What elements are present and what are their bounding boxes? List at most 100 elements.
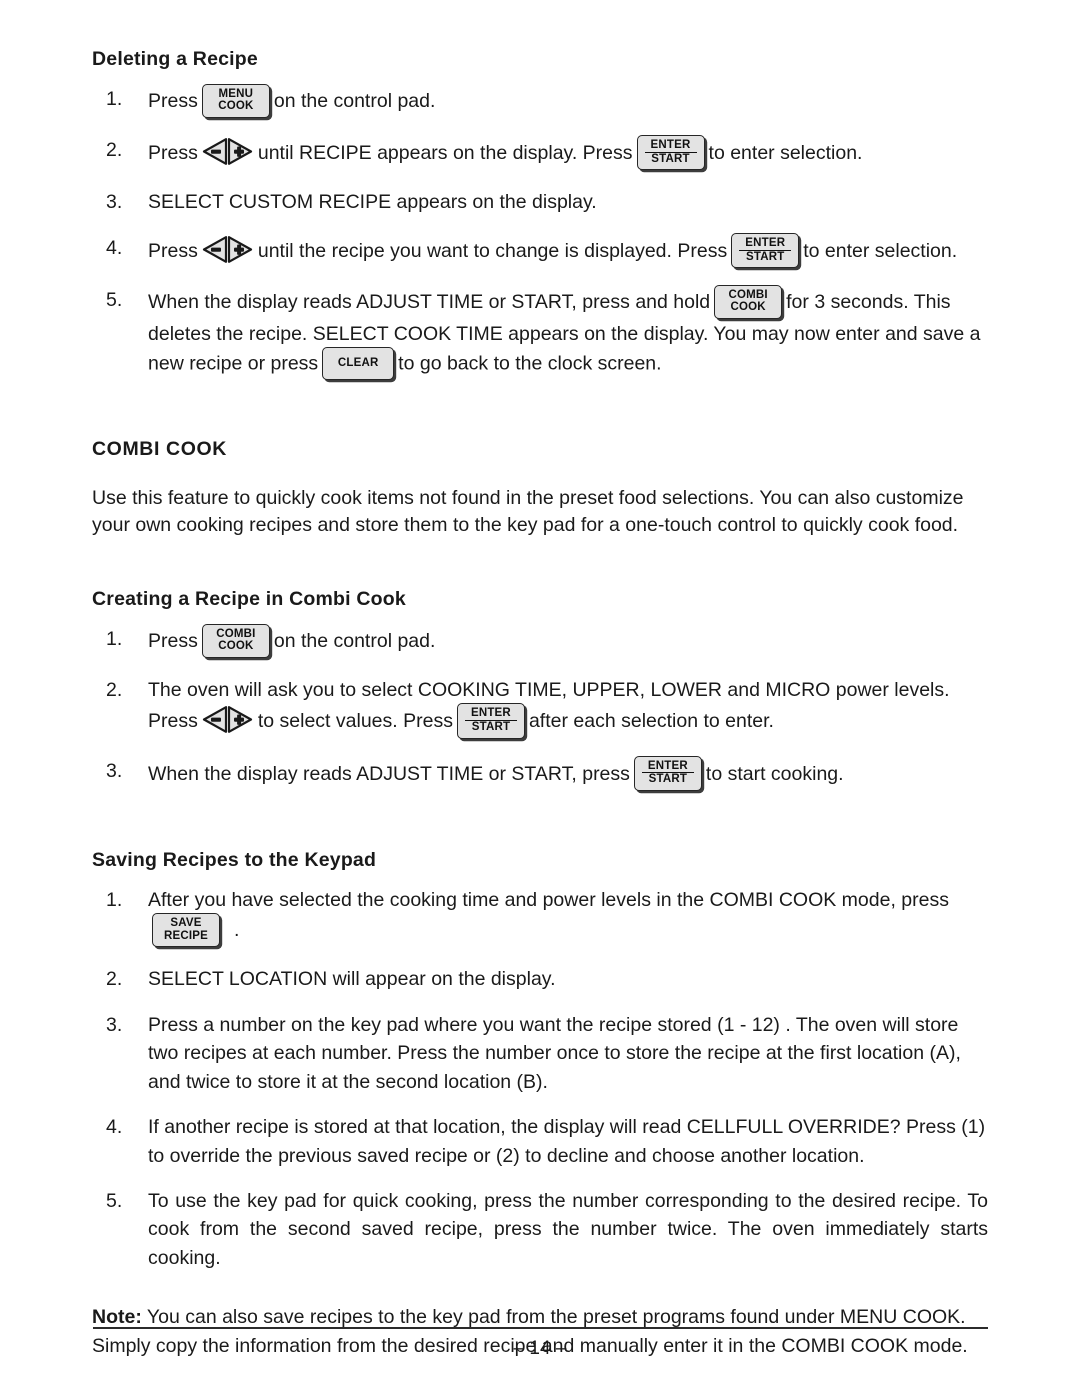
step-number: 1. [106, 88, 123, 110]
key-line-2: START [745, 250, 785, 263]
key-line-1: ENTER [644, 139, 697, 153]
key-line-2: START [471, 721, 511, 734]
enter-start-key[interactable]: ENTER START [731, 232, 800, 268]
key-line-1: SAVE [170, 917, 202, 930]
enter-start-key[interactable]: ENTER START [636, 134, 705, 171]
key-line-1: COMBI [216, 627, 256, 640]
list-item: 2. The oven will ask you to select COOKI… [92, 676, 988, 740]
list-item: 5. To use the key pad for quick cooking,… [92, 1187, 988, 1272]
page-number: – 14 – [513, 1338, 567, 1359]
list-item: 1. After you have selected the cooking t… [92, 886, 988, 948]
list-item: 4. Press until the recipe you want to cha… [92, 232, 988, 269]
steps-creating-a-recipe: 1. Press COMBI COOK on the control pad. 2. … [92, 623, 988, 792]
list-item: 1. Press COMBI COOK on the control pad. [92, 623, 988, 659]
heading-saving-recipes: Saving Recipes to the Keypad [92, 848, 377, 871]
heading-creating-a-recipe: Creating a Recipe in Combi Cook [92, 587, 406, 610]
save-recipe-key[interactable]: SAVE RECIPE [152, 913, 220, 948]
step-number: 5. [106, 288, 123, 311]
step-text-part: Press [148, 90, 198, 113]
plus-minus-arrow-keys[interactable] [202, 235, 254, 263]
step-text: When the display reads ADJUST TIME or ST… [148, 284, 988, 381]
key-line-1: ENTER [464, 707, 517, 722]
step-text-part: until the recipe you want to change is d… [257, 239, 728, 262]
list-item: 3. SELECT CUSTOM RECIPE appears on the d… [92, 188, 988, 216]
key-line-1: CLEAR [337, 357, 379, 370]
step-number: 3. [106, 759, 123, 782]
step-text-part: When the display reads ADJUST TIME or ST… [148, 290, 711, 313]
step-text-part: on the control pad. [273, 630, 436, 653]
plus-minus-arrow-keys[interactable] [202, 706, 254, 734]
step-text: When the display reads ADJUST TIME or ST… [148, 755, 988, 792]
menu-cook-key[interactable]: MENU COOK [201, 84, 270, 118]
heading-deleting-a-recipe: Deleting a Recipe [92, 48, 258, 70]
footer-divider [93, 1327, 988, 1329]
step-number: 2. [106, 968, 123, 991]
key-line-1: MENU [218, 88, 254, 100]
step-text-part: Press [148, 141, 198, 164]
step-text-part: Press [148, 630, 198, 653]
plus-minus-arrow-keys[interactable] [202, 138, 254, 165]
key-line-1: COMBI [728, 288, 768, 301]
combi-cook-key[interactable]: COMBI COOK [714, 284, 783, 319]
note-label: Note: [92, 1306, 142, 1329]
list-item: 4. If another recipe is stored at that l… [92, 1113, 988, 1170]
step-text-part: after each selection to enter. [528, 710, 774, 733]
step-text-part: on the control pad. [273, 90, 436, 113]
step-text-part: . [234, 919, 240, 942]
step-text: Press COMBI COOK on the control pad. [148, 623, 988, 659]
document-page: Deleting a Recipe 1. Press MENU COOK on the… [0, 0, 1080, 1397]
step-text: Press until RECIPE appears on the display… [148, 134, 988, 171]
list-item: 3. Press a number on the key pad where y… [92, 1011, 988, 1096]
combi-cook-key[interactable]: COMBI COOK [201, 623, 270, 658]
step-number: 2. [106, 138, 123, 161]
combi-cook-intro-paragraph: Use this feature to quickly cook items n… [92, 486, 964, 537]
step-text-part: to enter selection. [803, 239, 958, 262]
step-text: Press MENU COOK on the control pad. [148, 84, 988, 119]
step-text-part: After you have selected the cooking time… [148, 888, 949, 911]
enter-start-key[interactable]: ENTER START [633, 755, 702, 791]
key-line-2: RECIPE [163, 929, 209, 942]
step-text-part: to go back to the clock screen. [398, 352, 662, 375]
step-number: 2. [106, 678, 123, 701]
step-number: 4. [106, 1116, 123, 1139]
list-item: 2. Press until RECIPE appears on the disp… [92, 134, 988, 171]
step-number: 5. [106, 1189, 123, 1212]
step-number: 1. [106, 888, 123, 911]
step-text: To use the key pad for quick cooking, pr… [148, 1189, 988, 1269]
heading-combi-cook: COMBI COOK [92, 437, 227, 460]
steps-deleting-a-recipe: 1. Press MENU COOK on the control pad. 2. P… [92, 84, 988, 381]
step-text: SELECT LOCATION will appear on the displ… [148, 968, 556, 991]
step-text-part: to start cooking. [705, 762, 844, 785]
step-number: 1. [106, 627, 123, 650]
step-text-part: Press [148, 239, 198, 262]
enter-start-key[interactable]: ENTER START [456, 703, 525, 739]
step-number: 3. [106, 1013, 123, 1036]
key-line-1: ENTER [641, 760, 694, 774]
key-line-2: COOK [730, 301, 766, 314]
steps-saving-recipes: 1. After you have selected the cooking t… [92, 886, 988, 1273]
step-number: 3. [106, 191, 123, 214]
step-text: Press a number on the key pad where you … [148, 1013, 961, 1093]
clear-key[interactable]: CLEAR [322, 347, 395, 380]
list-item: 5. When the display reads ADJUST TIME or… [92, 284, 988, 381]
step-text: After you have selected the cooking time… [148, 886, 988, 948]
step-number: 4. [106, 236, 123, 259]
step-text: If another recipe is stored at that loca… [148, 1116, 986, 1167]
key-line-1: ENTER [739, 237, 792, 251]
list-item: 1. Press MENU COOK on the control pad. [92, 84, 988, 119]
step-text-part: until RECIPE appears on the display. Pre… [257, 141, 633, 164]
key-line-2: COOK [218, 640, 254, 653]
list-item: 3. When the display reads ADJUST TIME or… [92, 755, 988, 792]
key-line-2: START [648, 773, 688, 786]
step-text-part: to enter selection. [708, 141, 863, 164]
step-text-part: to select values. Press [257, 710, 453, 733]
list-item: 2. SELECT LOCATION will appear on the di… [92, 965, 988, 993]
step-text: The oven will ask you to select COOKING … [148, 676, 988, 740]
key-line-2: START [651, 152, 690, 165]
step-text: SELECT CUSTOM RECIPE appears on the disp… [148, 191, 597, 214]
step-text: Press until the recipe you want to change… [148, 232, 988, 269]
